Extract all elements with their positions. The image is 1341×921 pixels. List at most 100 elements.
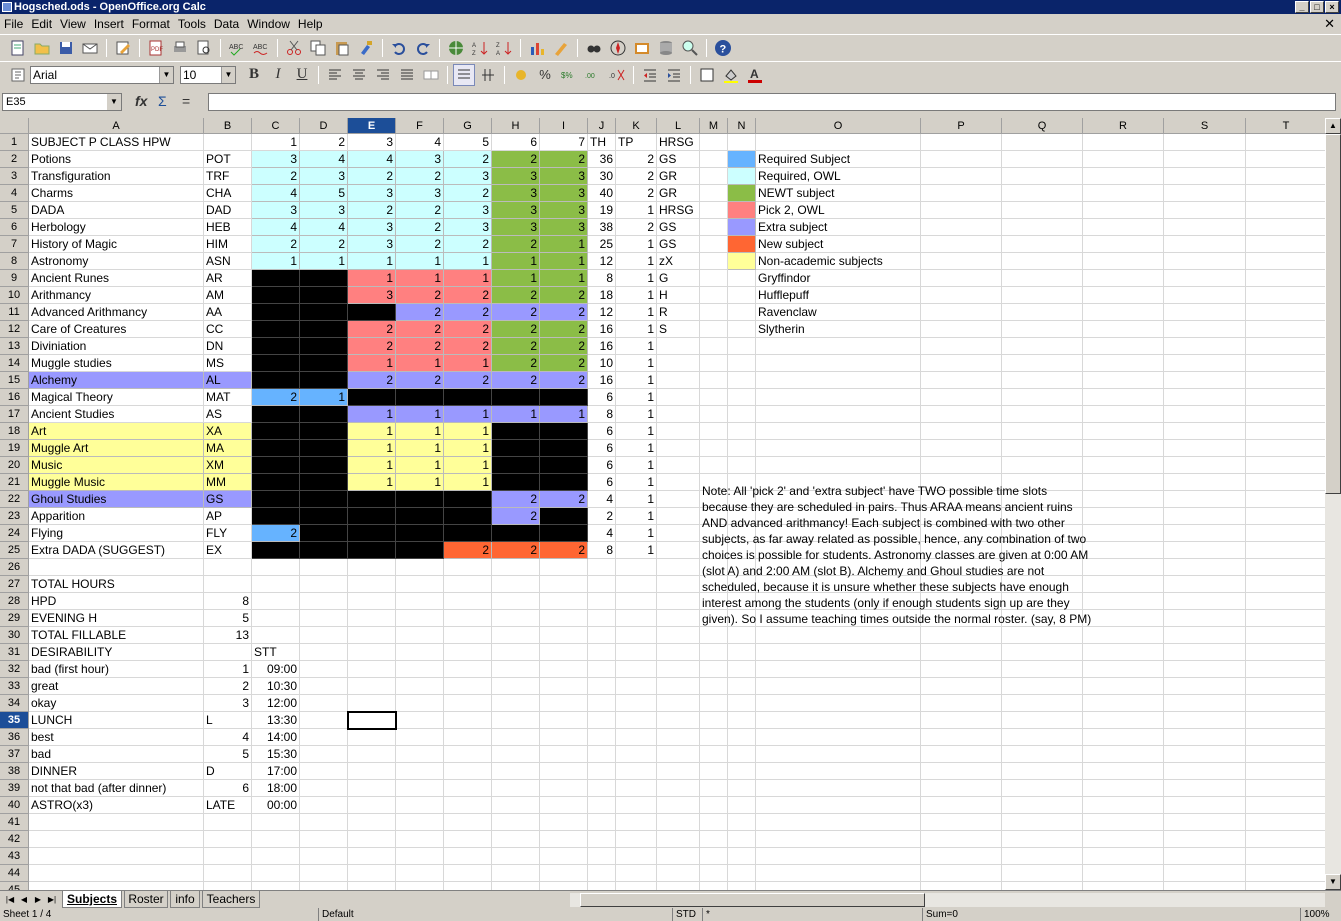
grid-cell[interactable] (348, 882, 396, 890)
grid-cell[interactable] (348, 848, 396, 865)
grid-cell[interactable] (540, 661, 588, 678)
cell-B32[interactable]: 1 (204, 661, 252, 678)
gallery-icon[interactable] (631, 37, 653, 59)
cell-K19[interactable]: 1 (616, 440, 657, 457)
grid-cell[interactable] (1246, 151, 1325, 168)
grid-cell[interactable] (756, 780, 921, 797)
grid-cell[interactable] (921, 763, 1002, 780)
cell-E25[interactable] (348, 542, 396, 559)
grid-cell[interactable] (204, 134, 252, 151)
cell-J21[interactable]: 6 (588, 474, 616, 491)
cell-G22[interactable] (444, 491, 492, 508)
cell-A9[interactable]: Ancient Runes (29, 270, 204, 287)
grid-cell[interactable] (492, 593, 540, 610)
grid-cell[interactable] (921, 814, 1002, 831)
grid-cell[interactable] (728, 321, 756, 338)
cell-C10[interactable] (252, 287, 300, 304)
cell-B3[interactable]: TRF (204, 168, 252, 185)
tab-info[interactable]: info (170, 891, 200, 908)
row-header[interactable]: 9 (0, 270, 29, 287)
cell-A16[interactable]: Magical Theory (29, 389, 204, 406)
grid-cell[interactable] (616, 746, 657, 763)
grid-cell[interactable] (1083, 304, 1164, 321)
cell-E10[interactable]: 3 (348, 287, 396, 304)
grid-cell[interactable] (444, 729, 492, 746)
cell-C39[interactable]: 18:00 (252, 780, 300, 797)
cell-A13[interactable]: Diviniation (29, 338, 204, 355)
cell-C14[interactable] (252, 355, 300, 372)
grid-cell[interactable] (1002, 627, 1083, 644)
grid-cell[interactable] (1164, 865, 1246, 882)
grid-cell[interactable] (492, 831, 540, 848)
cell-A31[interactable]: DESIRABILITY (29, 644, 204, 661)
grid-cell[interactable] (1083, 712, 1164, 729)
cell-G13[interactable]: 2 (444, 338, 492, 355)
grid-cell[interactable] (921, 678, 1002, 695)
cell-E8[interactable]: 1 (348, 253, 396, 270)
grid-cell[interactable] (396, 848, 444, 865)
grid-cell[interactable] (396, 865, 444, 882)
grid-cell[interactable] (700, 831, 728, 848)
grid-cell[interactable] (492, 559, 540, 576)
cell-E16[interactable] (348, 389, 396, 406)
cell-N8[interactable] (728, 253, 756, 270)
grid-cell[interactable] (444, 865, 492, 882)
grid-cell[interactable] (728, 746, 756, 763)
grid-cell[interactable] (700, 814, 728, 831)
grid-cell[interactable] (657, 644, 700, 661)
grid-cell[interactable] (921, 865, 1002, 882)
cell-L2[interactable]: GS (657, 151, 700, 168)
grid-cell[interactable] (492, 712, 540, 729)
grid-cell[interactable] (300, 712, 348, 729)
grid-cell[interactable] (540, 627, 588, 644)
cell-I12[interactable]: 2 (540, 321, 588, 338)
cell-E20[interactable]: 1 (348, 457, 396, 474)
grid-cell[interactable] (492, 763, 540, 780)
grid-cell[interactable] (921, 695, 1002, 712)
grid-cell[interactable] (396, 678, 444, 695)
row-header[interactable]: 22 (0, 491, 29, 508)
cell-B34[interactable]: 3 (204, 695, 252, 712)
menu-view[interactable]: View (56, 14, 90, 34)
grid-cell[interactable] (29, 559, 204, 576)
row-header[interactable]: 35 (0, 712, 29, 729)
grid-cell[interactable] (1246, 661, 1325, 678)
save-icon[interactable] (55, 37, 77, 59)
edit-file-icon[interactable] (112, 37, 134, 59)
grid-cell[interactable] (444, 644, 492, 661)
cell-J11[interactable]: 12 (588, 304, 616, 321)
cell-J4[interactable]: 40 (588, 185, 616, 202)
column-header[interactable]: F (396, 118, 444, 134)
cell-B18[interactable]: XA (204, 423, 252, 440)
grid-cell[interactable] (700, 304, 728, 321)
grid-cell[interactable] (700, 678, 728, 695)
cell-G7[interactable]: 2 (444, 236, 492, 253)
grid-cell[interactable] (1083, 729, 1164, 746)
grid-cell[interactable] (921, 712, 1002, 729)
grid-cell[interactable] (1083, 151, 1164, 168)
cell-F10[interactable]: 2 (396, 287, 444, 304)
grid-cell[interactable] (588, 559, 616, 576)
grid-cell[interactable] (1083, 576, 1164, 593)
data-sources-icon[interactable] (655, 37, 677, 59)
column-header[interactable]: S (1164, 118, 1246, 134)
grid-cell[interactable] (657, 695, 700, 712)
cell-A7[interactable]: History of Magic (29, 236, 204, 253)
grid-cell[interactable] (921, 848, 1002, 865)
grid-cell[interactable] (1083, 610, 1164, 627)
cell-F20[interactable]: 1 (396, 457, 444, 474)
grid-cell[interactable] (492, 661, 540, 678)
grid-cell[interactable] (1002, 406, 1083, 423)
cell-C23[interactable] (252, 508, 300, 525)
cell-H18[interactable] (492, 423, 540, 440)
row-header[interactable]: 42 (0, 831, 29, 848)
cell-H15[interactable]: 2 (492, 372, 540, 389)
grid-cell[interactable] (444, 882, 492, 890)
grid-cell[interactable] (921, 151, 1002, 168)
grid-cell[interactable] (700, 270, 728, 287)
grid-cell[interactable] (396, 763, 444, 780)
grid-cell[interactable] (540, 763, 588, 780)
cell-K18[interactable]: 1 (616, 423, 657, 440)
grid-cell[interactable] (1164, 474, 1246, 491)
cell-E4[interactable]: 3 (348, 185, 396, 202)
